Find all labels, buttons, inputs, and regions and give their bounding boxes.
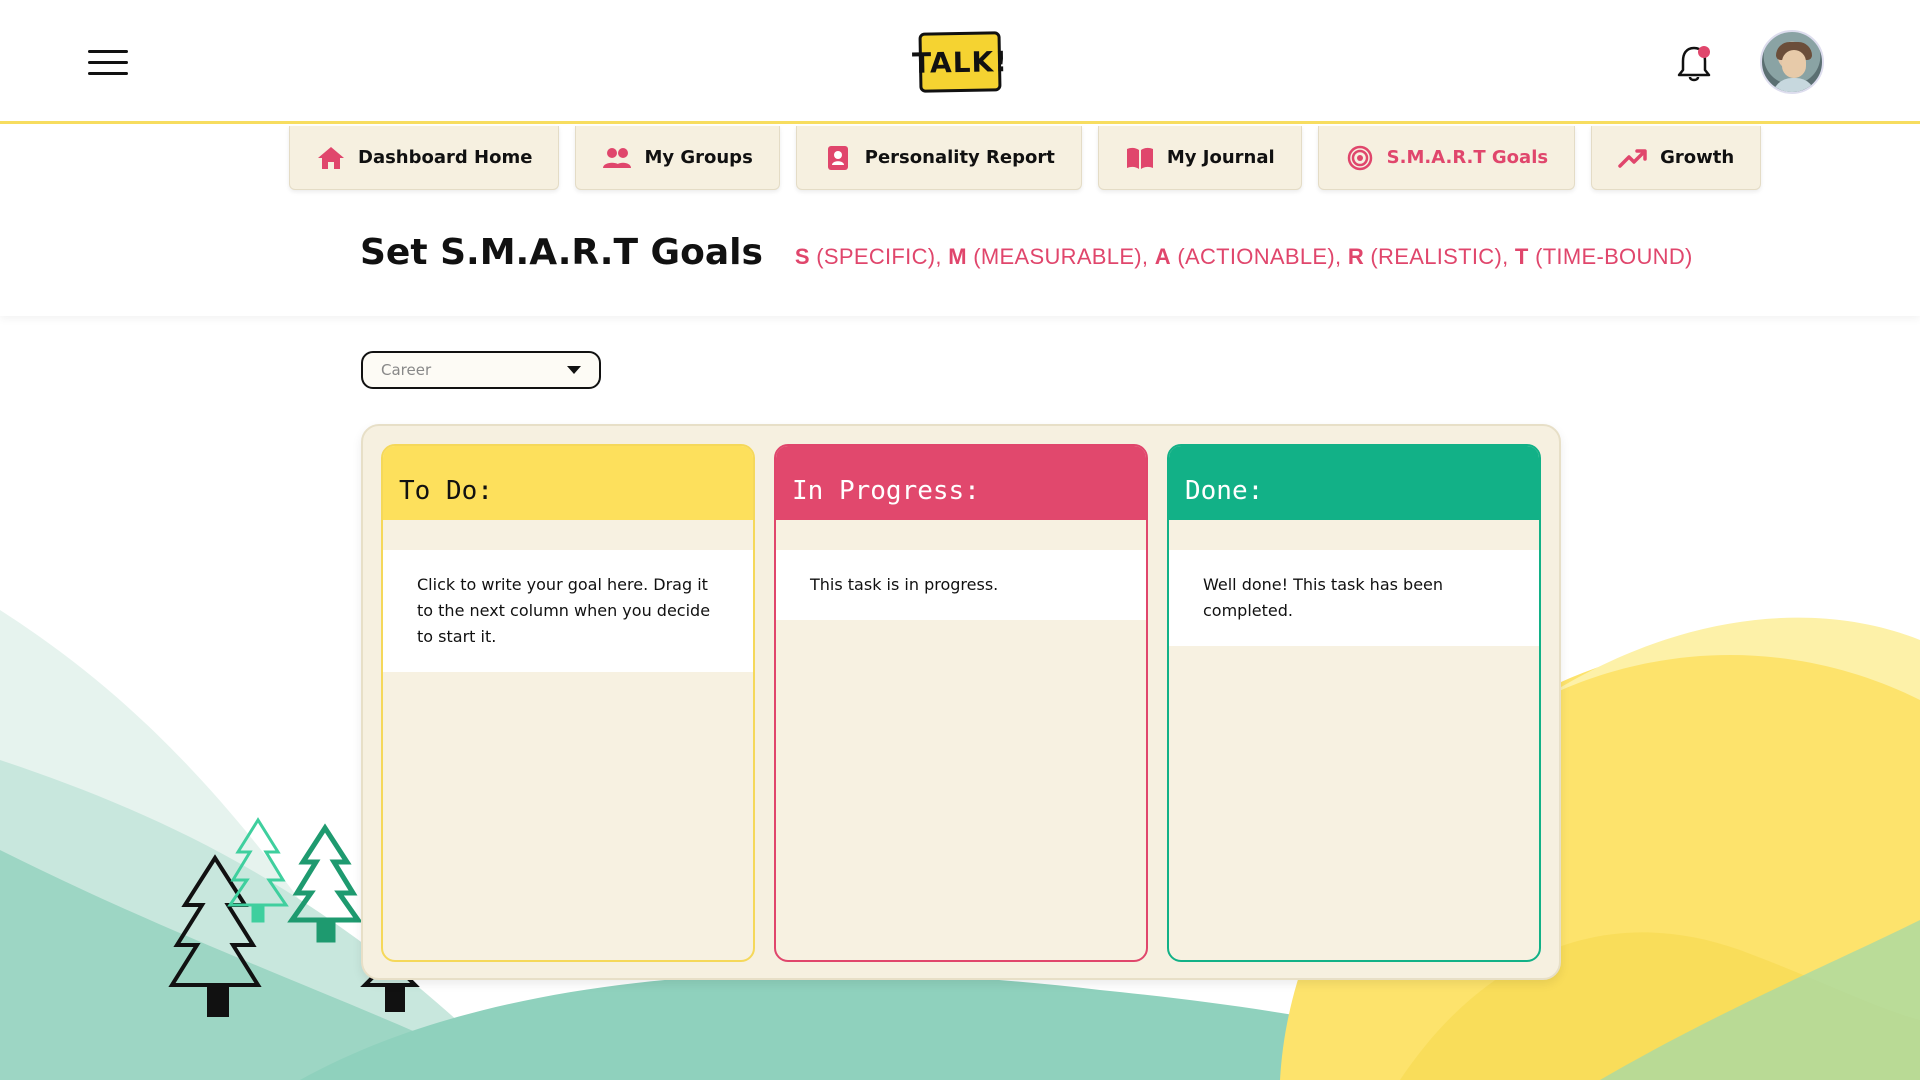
tab-personality-report[interactable]: Personality Report xyxy=(795,126,1082,190)
goal-category-select[interactable]: Career xyxy=(361,351,601,389)
acronym-meaning: (TIME-BOUND) xyxy=(1528,244,1693,269)
book-open-icon xyxy=(1126,147,1153,169)
talk-logo[interactable]: TALK! xyxy=(912,31,1008,93)
hamburger-menu-icon[interactable] xyxy=(88,50,128,76)
goal-card[interactable]: Well done! This task has been completed. xyxy=(1169,550,1539,646)
column-done[interactable]: Done: Well done! This task has been comp… xyxy=(1167,444,1541,962)
selected-category: Career xyxy=(381,361,432,379)
acronym-letter: S xyxy=(794,244,810,269)
goal-card[interactable]: This task is in progress. xyxy=(776,550,1146,620)
column-in-progress[interactable]: In Progress: This task is in progress. xyxy=(774,444,1148,962)
tab-label: Personality Report xyxy=(864,147,1055,168)
trending-up-icon xyxy=(1618,148,1647,168)
caret-down-icon xyxy=(567,366,581,374)
tab-label: My Journal xyxy=(1166,147,1275,168)
tab-my-groups[interactable]: My Groups xyxy=(575,126,780,190)
page-header: Dashboard Home My Groups Personality Rep… xyxy=(0,124,1920,316)
column-title: Done: xyxy=(1169,446,1539,520)
bell-icon[interactable] xyxy=(1676,44,1712,84)
tab-smart-goals[interactable]: S.M.A.R.T Goals xyxy=(1317,126,1576,190)
tab-label: Dashboard Home xyxy=(358,147,533,168)
tab-dashboard-home[interactable]: Dashboard Home xyxy=(289,126,560,190)
user-avatar[interactable] xyxy=(1760,30,1824,94)
page-title: Set S.M.A.R.T Goals xyxy=(360,232,763,273)
users-icon xyxy=(603,147,632,168)
acronym-meaning: (SPECIFIC), xyxy=(809,244,949,269)
goal-card[interactable]: Click to write your goal here. Drag it t… xyxy=(383,550,753,672)
acronym-meaning: (REALISTIC), xyxy=(1364,244,1515,269)
acronym-letter: T xyxy=(1514,244,1529,269)
kanban-board: To Do: Click to write your goal here. Dr… xyxy=(361,424,1561,980)
main-tabs: Dashboard Home My Groups Personality Rep… xyxy=(289,126,1762,190)
target-icon xyxy=(1347,145,1372,170)
id-card-icon xyxy=(827,145,848,170)
column-title: To Do: xyxy=(383,446,753,520)
acronym-letter: R xyxy=(1347,244,1365,269)
home-icon xyxy=(318,146,344,169)
smart-acronym-subtitle: S (SPECIFIC), M (MEASURABLE), A (ACTIONA… xyxy=(795,244,1693,270)
top-navigation-bar: TALK! xyxy=(0,0,1920,124)
acronym-letter: A xyxy=(1154,244,1171,269)
column-todo[interactable]: To Do: Click to write your goal here. Dr… xyxy=(381,444,755,962)
acronym-letter: M xyxy=(948,244,967,269)
acronym-meaning: (MEASURABLE), xyxy=(966,244,1155,269)
tab-label: My Groups xyxy=(644,147,753,168)
tab-growth[interactable]: Growth xyxy=(1591,126,1762,190)
acronym-meaning: (ACTIONABLE), xyxy=(1170,244,1348,269)
column-title: In Progress: xyxy=(776,446,1146,520)
tab-my-journal[interactable]: My Journal xyxy=(1097,126,1302,190)
notification-dot xyxy=(1698,46,1710,58)
tab-label: S.M.A.R.T Goals xyxy=(1386,147,1549,168)
tab-label: Growth xyxy=(1660,147,1735,168)
title-row: Set S.M.A.R.T Goals S (SPECIFIC), M (MEA… xyxy=(360,232,1693,273)
